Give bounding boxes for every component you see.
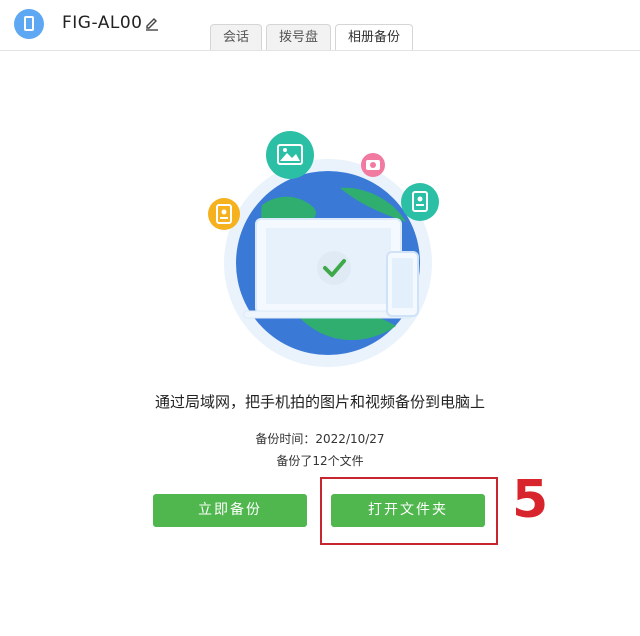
phone-illustration (386, 251, 419, 317)
check-icon (317, 251, 351, 285)
description-text: 通过局域网，把手机拍的图片和视频备份到电脑上 (154, 393, 485, 411)
backup-now-button[interactable]: 立即备份 (153, 494, 307, 527)
backup-illustration (208, 131, 439, 367)
highlight-box (320, 477, 498, 545)
backup-count: 备份了12个文件 (276, 454, 364, 468)
backup-time: 备份时间：2022/10/27 (255, 432, 385, 446)
camera-icon (361, 153, 385, 177)
image-icon (266, 131, 314, 179)
step-number: 5 (512, 470, 549, 530)
contacts-icon (401, 183, 439, 221)
document-icon (208, 198, 240, 230)
